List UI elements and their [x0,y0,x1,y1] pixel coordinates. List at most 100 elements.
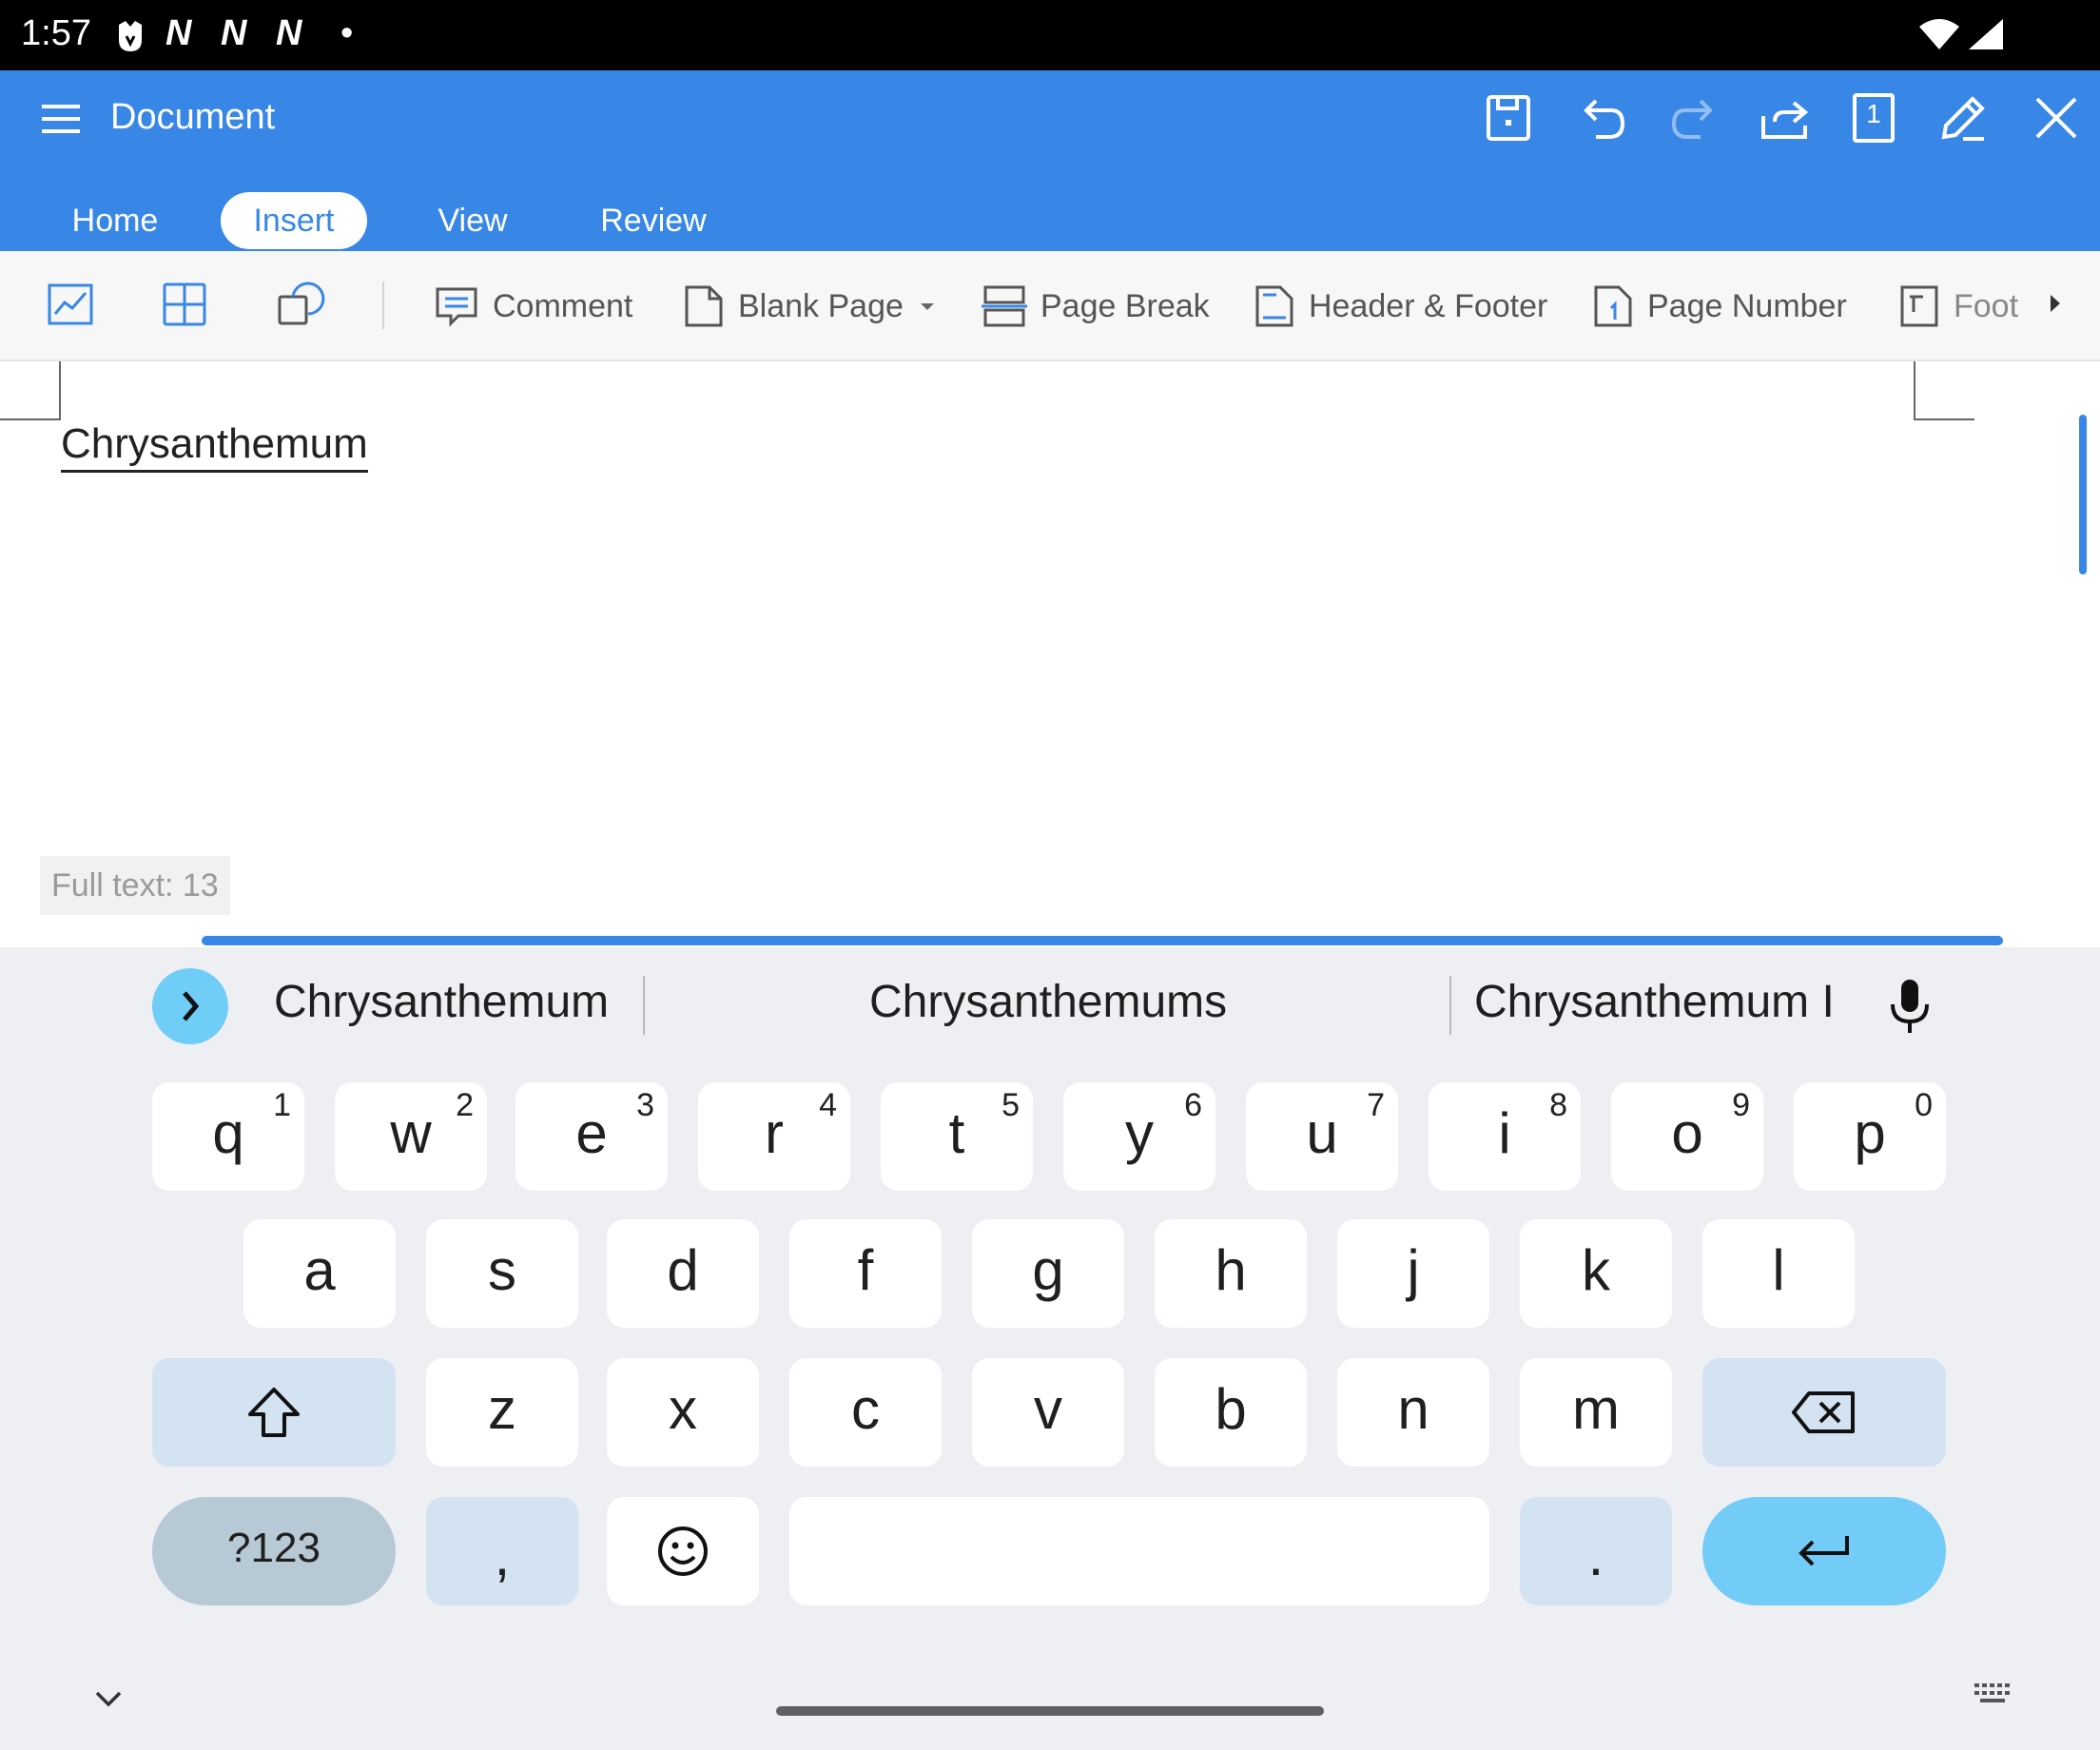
word-count-badge: Full text: 13 [40,856,230,915]
page-number-label: Page Number [1647,287,1847,324]
document-text[interactable]: Chrysanthemum [61,420,368,473]
comment-icon [436,287,477,327]
key-t[interactable]: t5 [881,1082,1033,1191]
key-o[interactable]: o9 [1611,1082,1763,1191]
keyboard-switcher-icon[interactable] [1973,1678,2014,1712]
comment-label: Comment [493,287,633,324]
key-w[interactable]: w2 [335,1082,487,1191]
tab-home[interactable]: Home [44,192,186,249]
navigation-handle[interactable] [776,1706,1324,1716]
backspace-key[interactable] [1702,1358,1946,1467]
notification-app-icon [114,19,146,58]
redo-icon[interactable] [1664,89,1721,146]
enter-key[interactable] [1702,1497,1946,1605]
status-bar: 1:57 N N N • [0,0,2100,70]
key-v[interactable]: v [972,1358,1124,1467]
emoji-key[interactable] [607,1497,759,1605]
wifi-icon [1917,17,1961,56]
key-k[interactable]: k [1520,1219,1672,1328]
suggestion-divider [643,976,645,1035]
key-e[interactable]: e3 [515,1082,668,1191]
app-bar: Document 1 Home Insert View Review [0,70,2100,251]
page-count: 1 [1866,99,1881,128]
soft-keyboard: Chrysanthemum Chrysanthemums Chrysanthem… [0,947,2100,1750]
tab-view[interactable]: View [401,192,544,249]
key-p[interactable]: p0 [1794,1082,1946,1191]
microphone-icon[interactable] [1883,976,1936,1037]
key-l[interactable]: l [1702,1219,1855,1328]
key-b[interactable]: b [1155,1358,1307,1467]
key-z[interactable]: z [426,1358,578,1467]
key-m[interactable]: m [1520,1358,1672,1467]
dropdown-caret-icon [920,303,934,310]
status-time: 1:57 [21,13,91,53]
tab-insert[interactable]: Insert [221,192,367,249]
page-break-label: Page Break [1040,287,1210,324]
key-x[interactable]: x [607,1358,759,1467]
symbols-key[interactable]: ?123 [152,1497,396,1605]
document-canvas[interactable]: Chrysanthemum Full text: 13 [0,361,2100,945]
tab-review[interactable]: Review [578,192,729,249]
suggestion-3[interactable]: Chrysanthemum I [1474,976,1835,1028]
blank-page-button[interactable]: Blank Page [683,278,951,335]
insert-table-icon[interactable] [160,280,209,329]
key-d[interactable]: d [607,1219,759,1328]
hide-keyboard-icon[interactable] [89,1680,127,1718]
page-break-button[interactable]: Page Break [982,278,1210,335]
insert-shape-icon[interactable] [276,280,325,329]
key-f[interactable]: f [789,1219,942,1328]
key-j[interactable]: j [1337,1219,1489,1328]
key-h[interactable]: h [1155,1219,1307,1328]
key-u[interactable]: u7 [1246,1082,1398,1191]
key-q[interactable]: q1 [152,1082,304,1191]
page-break-icon [982,285,1027,327]
comment-button[interactable]: Comment [434,278,632,335]
document-title: Document [110,97,276,137]
menu-icon[interactable] [38,95,86,143]
key-i[interactable]: i8 [1429,1082,1581,1191]
page-number-icon [1594,285,1632,327]
loading-progress-bar [202,936,2003,945]
suggestion-2[interactable]: Chrysanthemums [869,976,1227,1028]
status-dot: • [340,13,354,53]
shift-icon [248,1388,300,1437]
enter-icon [1799,1536,1849,1566]
header-footer-button[interactable]: Header & Footer [1254,278,1547,335]
footnote-button[interactable]: Foot [1898,278,2022,335]
header-footer-icon [1255,285,1293,327]
edit-icon[interactable] [1935,89,1992,146]
space-key[interactable] [789,1497,1489,1605]
share-icon[interactable] [1756,89,1813,146]
backspace-icon [1792,1391,1855,1433]
expand-suggestions-icon[interactable] [152,968,228,1044]
insert-chart-icon[interactable] [46,280,95,329]
key-n[interactable]: n [1337,1358,1489,1467]
close-icon[interactable] [2028,89,2085,146]
key-c[interactable]: c [789,1358,942,1467]
suggestion-1[interactable]: Chrysanthemum [274,976,609,1028]
page-count-icon[interactable]: 1 [1845,89,1902,146]
save-icon[interactable] [1480,89,1537,146]
key-y[interactable]: y6 [1063,1082,1215,1191]
page-number-button[interactable]: Page Number [1592,278,1847,335]
period-key[interactable]: . [1520,1497,1672,1605]
header-footer-label: Header & Footer [1309,287,1548,324]
comma-key[interactable]: , [426,1497,578,1605]
footnote-label: Foot [1954,287,2019,324]
scroll-right-icon[interactable] [2045,289,2066,322]
margin-marker-left [0,361,61,420]
undo-icon[interactable] [1575,89,1632,146]
document-scrollbar[interactable] [2079,415,2087,574]
key-s[interactable]: s [426,1219,578,1328]
shift-key[interactable] [152,1358,396,1467]
toolbar-divider [382,282,384,329]
key-g[interactable]: g [972,1219,1124,1328]
insert-toolbar: Comment Blank Page Page Break Header & F… [0,251,2100,361]
blank-page-icon [685,285,723,327]
key-a[interactable]: a [243,1219,396,1328]
key-r[interactable]: r4 [698,1082,850,1191]
emoji-icon [658,1526,708,1576]
margin-marker-right [1914,361,1974,420]
cellular-signal-icon [1967,17,2005,56]
notification-icons: N N N [165,13,312,53]
